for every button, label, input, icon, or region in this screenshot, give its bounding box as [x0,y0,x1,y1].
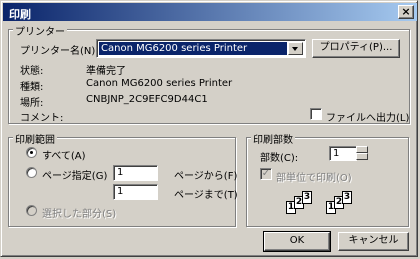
all-pages-radio[interactable] [26,147,37,158]
status-value: 準備完了 [86,66,126,77]
from-page-suffix: ページから(F) [174,171,238,182]
collate-label: 部単位で印刷(O) [276,173,352,184]
comment-label: コメント: [20,113,64,124]
printer-select-value: Canon MG6200 series Printer [99,42,287,55]
from-page-input[interactable]: 1 [113,165,158,181]
selection-label: 選択した部分(S) [42,209,117,220]
collate-checkbox: ✓ [260,168,272,180]
chevron-down-icon [292,47,298,51]
copies-spinner[interactable] [356,146,368,161]
window-title: 印刷 [9,8,31,21]
printer-select[interactable]: Canon MG6200 series Printer [96,39,306,58]
spin-up-button[interactable] [356,146,368,153]
cancel-button[interactable]: キャンセル [338,232,409,251]
to-page-suffix: ページまで(T) [174,190,238,201]
printer-name-label: プリンター名(N): [20,46,99,57]
page-range-radio[interactable] [26,167,37,178]
printer-select-dropdown-button[interactable] [288,42,303,55]
print-to-file-checkbox[interactable] [310,108,322,120]
print-to-file-label[interactable]: ファイルへ出力(L) [326,109,409,124]
spin-down-button[interactable] [356,153,368,160]
type-value: Canon MG6200 series Printer [86,78,233,89]
radio-selected-dot [30,151,33,154]
to-page-input[interactable]: 1 [113,184,158,200]
copies-count-label: 部数(C): [260,153,299,164]
location-label: 場所: [20,98,44,109]
title-bar: 印刷 × [3,3,417,21]
printer-group-label: プリンター [13,23,67,38]
status-label: 状態: [20,66,44,77]
selection-radio [26,205,37,216]
all-pages-label[interactable]: すべて(A) [42,147,86,162]
copies-group-label: 印刷部数 [251,131,295,146]
type-label: 種類: [20,82,44,93]
page-range-label[interactable]: ページ指定(G) [42,167,107,182]
collate-page-3b: 3 [342,191,352,204]
properties-button[interactable]: プロパティ(P)... [312,39,400,58]
ok-button[interactable]: OK [263,231,331,252]
location-value: CNBJNP_2C9EFC9D44C1 [86,94,208,105]
close-button[interactable]: × [398,5,414,19]
collate-page-3a: 3 [302,191,312,204]
copies-count-input[interactable]: 1 [329,146,357,161]
print-range-group-label: 印刷範囲 [13,131,57,146]
